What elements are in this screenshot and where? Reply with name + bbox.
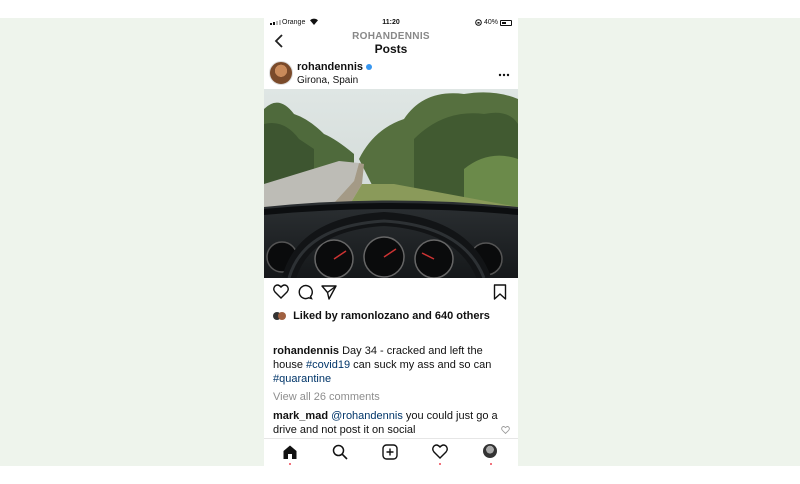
status-right: 40% [475, 19, 512, 26]
hashtag-link[interactable]: #covid19 [306, 359, 350, 371]
likes-summary[interactable]: Liked by ramonlozano and 640 others [273, 309, 513, 323]
notification-dot [439, 463, 441, 465]
caption-text: can suck my ass and so can [353, 359, 492, 371]
tab-activity[interactable] [432, 444, 448, 465]
tab-add[interactable] [382, 444, 398, 460]
heart-icon[interactable] [273, 284, 289, 299]
likes-count[interactable]: 640 others [435, 310, 490, 322]
heart-icon [432, 444, 448, 459]
status-bar: Orange 11:20 40% [264, 16, 518, 30]
view-all-comments-link[interactable]: View all 26 comments [273, 391, 380, 403]
home-icon [283, 445, 297, 459]
comment-heart-icon[interactable] [501, 426, 510, 434]
battery-percent: 40% [483, 19, 498, 26]
caption-username[interactable]: rohandennis [273, 345, 339, 357]
post-actions [264, 282, 518, 304]
share-icon[interactable] [321, 284, 337, 300]
likes-user[interactable]: ramonlozano [341, 310, 409, 322]
notification-dot [490, 463, 492, 465]
nav-header: ROHANDENNIS Posts [264, 30, 518, 56]
hashtag-link[interactable]: #quarantine [273, 373, 331, 385]
likes-prefix: Liked by [293, 310, 338, 322]
liker-avatar-icon [278, 312, 286, 320]
add-icon [382, 444, 398, 460]
avatar[interactable] [269, 61, 293, 85]
post-username[interactable]: rohandennis [297, 61, 373, 73]
bookmark-icon[interactable] [493, 284, 507, 300]
mention-link[interactable]: @rohandennis [331, 410, 403, 422]
tab-home[interactable] [282, 444, 298, 465]
header-username: ROHANDENNIS [352, 31, 430, 42]
bottom-band [0, 466, 800, 484]
post-caption: rohandennis Day 34 - cracked and left th… [273, 344, 513, 386]
post-photo[interactable] [264, 89, 518, 278]
lock-rotation-icon [475, 19, 482, 26]
verified-badge-icon [366, 64, 373, 71]
post-header: rohandennis Girona, Spain [264, 58, 518, 90]
comment-username[interactable]: mark_mad [273, 410, 328, 422]
comment-icon[interactable] [297, 284, 313, 300]
phone-screen: Orange 11:20 40% ROHANDENNIS Posts rohan… [264, 16, 518, 466]
likes-and: and [412, 310, 432, 322]
more-icon[interactable] [498, 66, 510, 80]
comment-item: mark_mad @rohandennis you could just go … [273, 409, 501, 437]
tab-search[interactable] [332, 444, 348, 460]
battery-icon [500, 19, 512, 26]
bottom-tab-bar [264, 438, 518, 466]
notification-dot [289, 463, 291, 465]
avatar [483, 444, 497, 458]
post-username-text: rohandennis [297, 61, 364, 73]
tab-profile[interactable] [483, 444, 499, 465]
page-title: Posts [374, 42, 408, 56]
post-location[interactable]: Girona, Spain [297, 75, 358, 86]
search-icon [332, 444, 348, 460]
